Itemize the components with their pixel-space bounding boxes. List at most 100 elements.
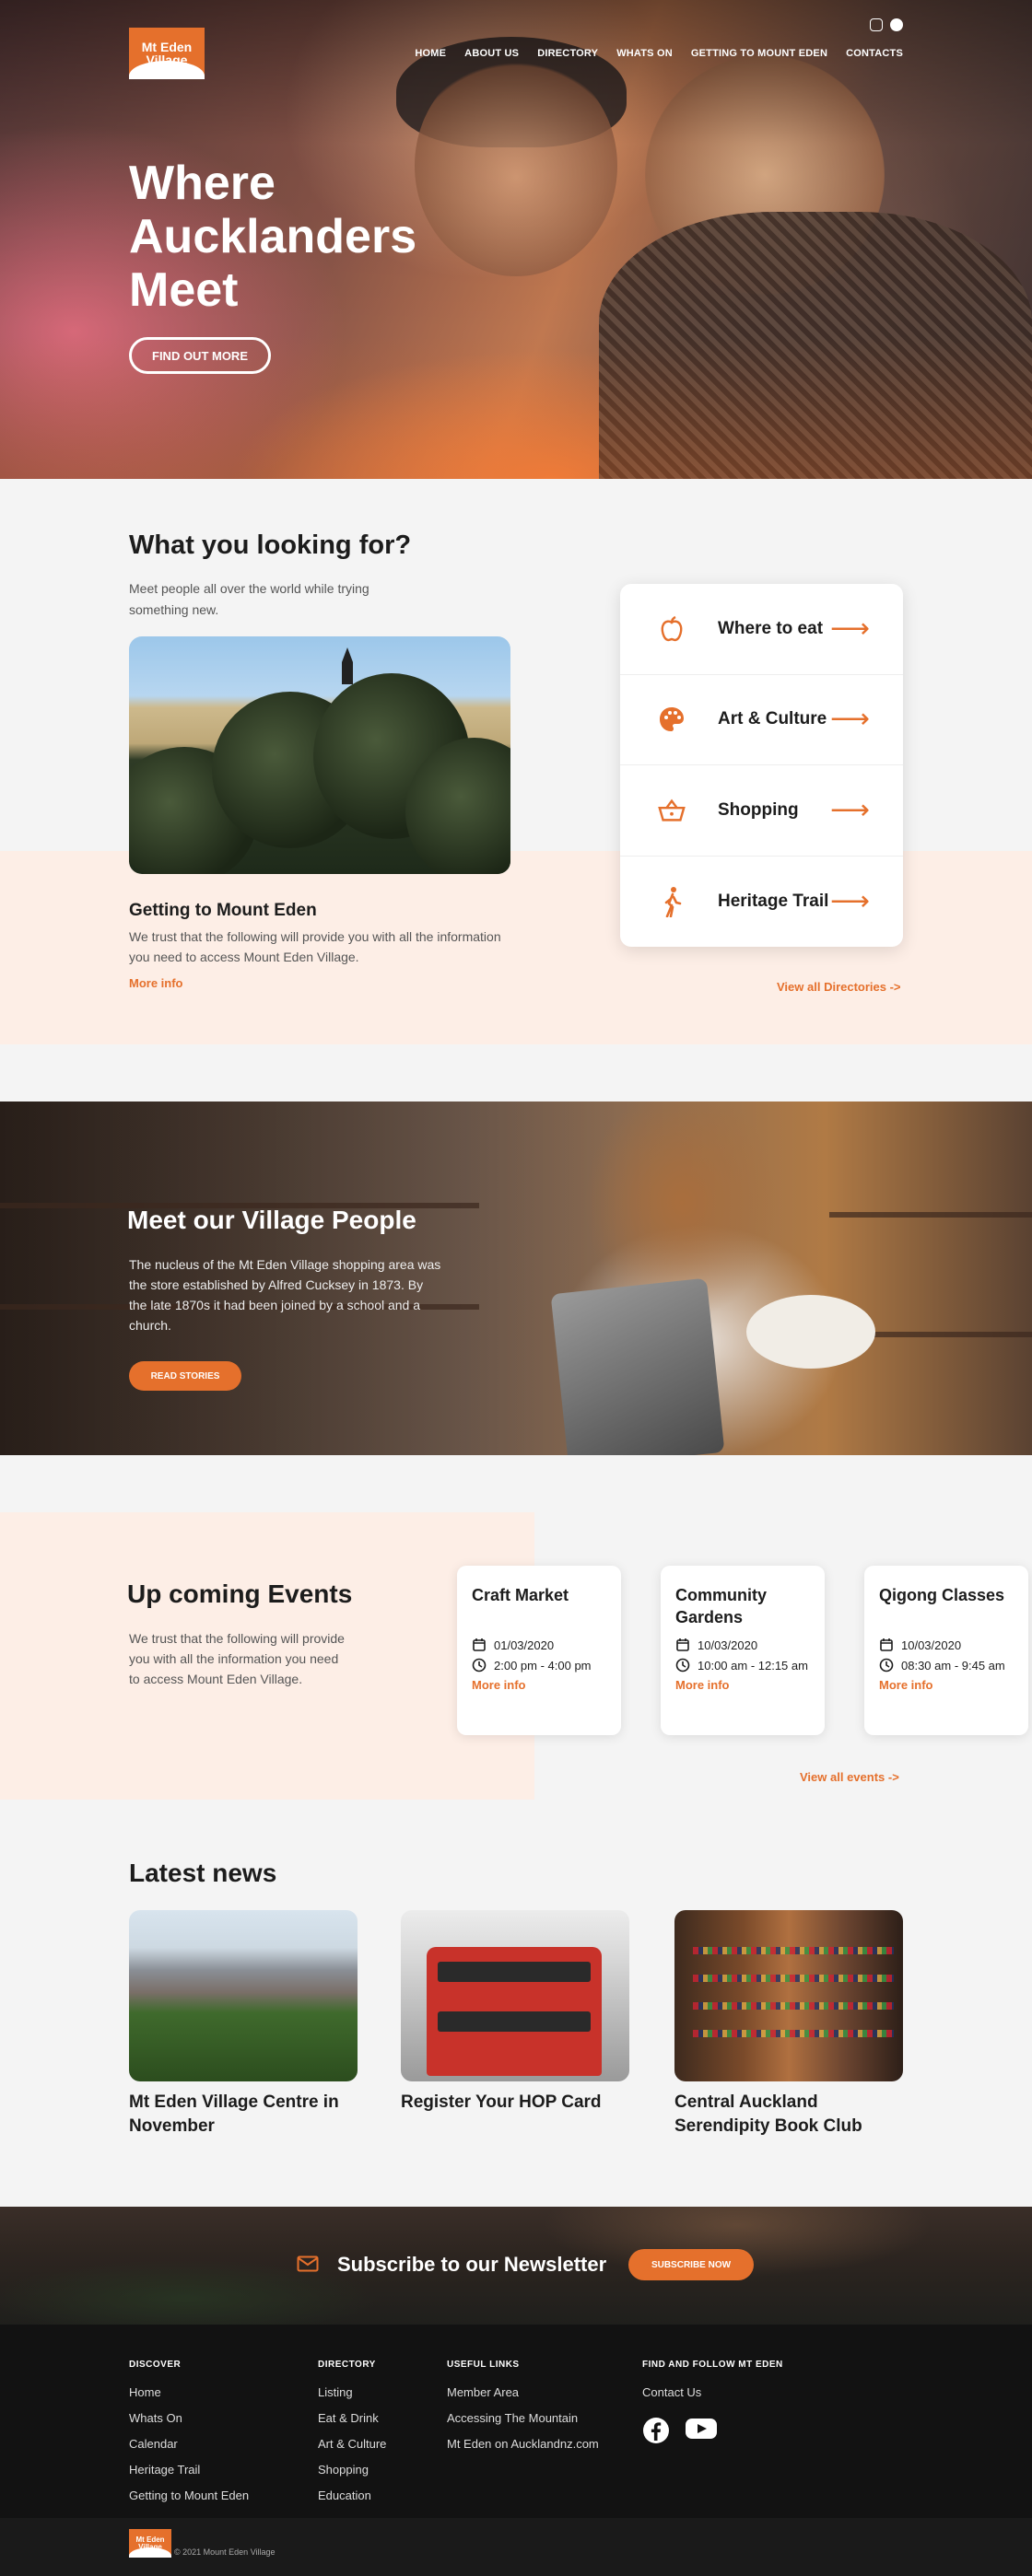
event-title: Craft Market <box>472 1586 569 1604</box>
book-row <box>693 2002 894 2010</box>
find-out-more-button[interactable]: FIND OUT MORE <box>129 337 271 374</box>
village-people-description: The nucleus of the Mt Eden Village shopp… <box>129 1257 441 1333</box>
news-image-bus <box>401 1910 629 2081</box>
site-logo[interactable]: Mt Eden Village <box>129 28 205 79</box>
footer-link-shopping[interactable]: Shopping <box>318 2463 386 2477</box>
read-stories-button[interactable]: READ STORIES <box>129 1361 241 1391</box>
main-nav: HOME ABOUT US DIRECTORY WHATS ON GETTING… <box>415 48 903 59</box>
directory-item-label: Where to eat <box>718 618 824 638</box>
event-date-row: 10/03/2020 <box>675 1638 810 1652</box>
event-card[interactable]: Craft Market 01/03/2020 2:00 pm - 4:00 p… <box>457 1566 621 1735</box>
event-date: 01/03/2020 <box>494 1638 555 1652</box>
footer-link-aucklandnz[interactable]: Mt Eden on Aucklandnz.com <box>447 2437 599 2451</box>
envelope-icon <box>297 2255 319 2272</box>
section-description: Meet people all over the world while try… <box>129 581 369 617</box>
copyright-text: © 2021 Mount Eden Village <box>174 2547 276 2557</box>
event-card[interactable]: Qigong Classes 10/03/2020 08:30 am - 9:4… <box>864 1566 1028 1735</box>
footer-social <box>642 2417 718 2444</box>
church-spire <box>342 647 353 684</box>
event-time: 10:00 am - 12:15 am <box>698 1658 808 1673</box>
logo-text-line2: Village <box>138 2542 162 2551</box>
arrow-right-icon: ⟶ <box>829 794 870 825</box>
calendar-icon <box>473 1638 486 1651</box>
directory-item-art-culture[interactable]: Art & Culture ⟶ <box>620 675 903 765</box>
nav-home[interactable]: HOME <box>415 48 446 59</box>
footer-link-contact-us[interactable]: Contact Us <box>642 2385 783 2399</box>
ceramic-bowl <box>746 1295 875 1369</box>
nav-about-us[interactable]: ABOUT US <box>464 48 519 59</box>
facebook-icon[interactable] <box>890 18 903 31</box>
footer-column-directory: DIRECTORY Listing Eat & Drink Art & Cult… <box>318 2360 386 2514</box>
news-image-books <box>674 1910 903 2081</box>
footer-column-discover: DISCOVER Home Whats On Calendar Heritage… <box>129 2360 249 2514</box>
newsletter-text: Subscribe to our Newsletter <box>337 2253 607 2276</box>
header-social <box>870 18 903 31</box>
event-date-row: 01/03/2020 <box>472 1638 606 1652</box>
facebook-icon[interactable] <box>642 2417 670 2444</box>
instagram-icon[interactable] <box>870 18 883 31</box>
footer-link-education[interactable]: Education <box>318 2489 386 2502</box>
footer-link-member-area[interactable]: Member Area <box>447 2385 599 2399</box>
event-more-info-link[interactable]: More info <box>472 1678 606 1692</box>
footer-link-heritage-trail[interactable]: Heritage Trail <box>129 2463 249 2477</box>
arrow-right-icon: ⟶ <box>829 704 870 735</box>
footer-link-home[interactable]: Home <box>129 2385 249 2399</box>
footer-link-art-culture[interactable]: Art & Culture <box>318 2437 386 2451</box>
nav-whats-on[interactable]: WHATS ON <box>616 48 673 59</box>
walking-icon <box>657 886 686 917</box>
event-more-info-link[interactable]: More info <box>675 1678 810 1692</box>
logo-text-line2: Village <box>146 52 188 67</box>
footer-link-eat-drink[interactable]: Eat & Drink <box>318 2411 386 2425</box>
hero-headline: Where Aucklanders Meet <box>129 157 417 317</box>
news-title: Register Your HOP Card <box>401 2092 602 2112</box>
directory-item-label: Art & Culture <box>718 709 827 729</box>
footer-link-calendar[interactable]: Calendar <box>129 2437 249 2451</box>
directory-item-label: Heritage Trail <box>718 891 829 911</box>
footer-heading: USEFUL LINKS <box>447 2360 520 2370</box>
clock-icon <box>675 1658 690 1673</box>
footer-link-accessing-the-mountain[interactable]: Accessing The Mountain <box>447 2411 599 2425</box>
apple-icon <box>657 614 686 644</box>
shelf <box>829 1212 1032 1218</box>
news-card[interactable]: Register Your HOP Card <box>401 1910 629 2115</box>
view-all-events-link[interactable]: View all events -> <box>800 1770 899 1784</box>
footer-column-useful-links: USEFUL LINKS Member Area Accessing The M… <box>447 2360 599 2463</box>
nav-contacts[interactable]: CONTACTS <box>846 48 903 59</box>
news-card[interactable]: Central Auckland Serendipity Book Club <box>674 1910 903 2139</box>
footer-heading: DIRECTORY <box>318 2360 376 2370</box>
footer-logo[interactable]: Mt Eden Village <box>129 2529 171 2558</box>
logo-text-line1: Mt Eden <box>141 40 193 54</box>
directory-item-heritage-trail[interactable]: Heritage Trail ⟶ <box>620 857 903 948</box>
event-date: 10/03/2020 <box>901 1638 962 1652</box>
footer-heading: DISCOVER <box>129 2360 182 2370</box>
event-card[interactable]: Community Gardens 10/03/2020 10:00 am - … <box>661 1566 825 1735</box>
news-card[interactable]: Mt Eden Village Centre in November <box>129 1910 358 2139</box>
directory-item-label: Shopping <box>718 799 799 820</box>
directory-card: Where to eat ⟶ Art & Culture ⟶ Shopping … <box>620 584 903 947</box>
palette-icon <box>657 705 686 734</box>
hero-photo-person <box>645 55 885 295</box>
directory-item-shopping[interactable]: Shopping ⟶ <box>620 765 903 857</box>
youtube-icon[interactable] <box>685 2417 718 2441</box>
subscribe-button[interactable]: SUBSCRIBE NOW <box>628 2249 754 2280</box>
events-title: Up coming Events <box>127 1579 353 1608</box>
footer-link-whats-on[interactable]: Whats On <box>129 2411 249 2425</box>
directory-item-where-to-eat[interactable]: Where to eat ⟶ <box>620 584 903 675</box>
nav-directory[interactable]: DIRECTORY <box>537 48 598 59</box>
footer-link-listing[interactable]: Listing <box>318 2385 386 2399</box>
event-more-info-link[interactable]: More info <box>879 1678 1014 1692</box>
event-time-row: 08:30 am - 9:45 am <box>879 1658 1014 1673</box>
event-date-row: 10/03/2020 <box>879 1638 1014 1652</box>
footer-link-getting-to-mount-eden[interactable]: Getting to Mount Eden <box>129 2489 249 2502</box>
nav-getting-to-mount-eden[interactable]: GETTING TO MOUNT EDEN <box>691 48 827 59</box>
hero-photo-sweater <box>599 212 1032 479</box>
more-info-link[interactable]: More info <box>129 976 183 990</box>
bus-window <box>438 2011 591 2032</box>
event-title: Qigong Classes <box>879 1586 1005 1604</box>
book-row <box>693 2030 894 2037</box>
event-time-row: 10:00 am - 12:15 am <box>675 1658 810 1673</box>
view-all-directories-link[interactable]: View all Directories -> <box>777 980 901 994</box>
news-title: Mt Eden Village Centre in November <box>129 2092 339 2136</box>
section-title-looking: What you looking for? <box>129 530 412 560</box>
tablet-device <box>550 1277 725 1455</box>
